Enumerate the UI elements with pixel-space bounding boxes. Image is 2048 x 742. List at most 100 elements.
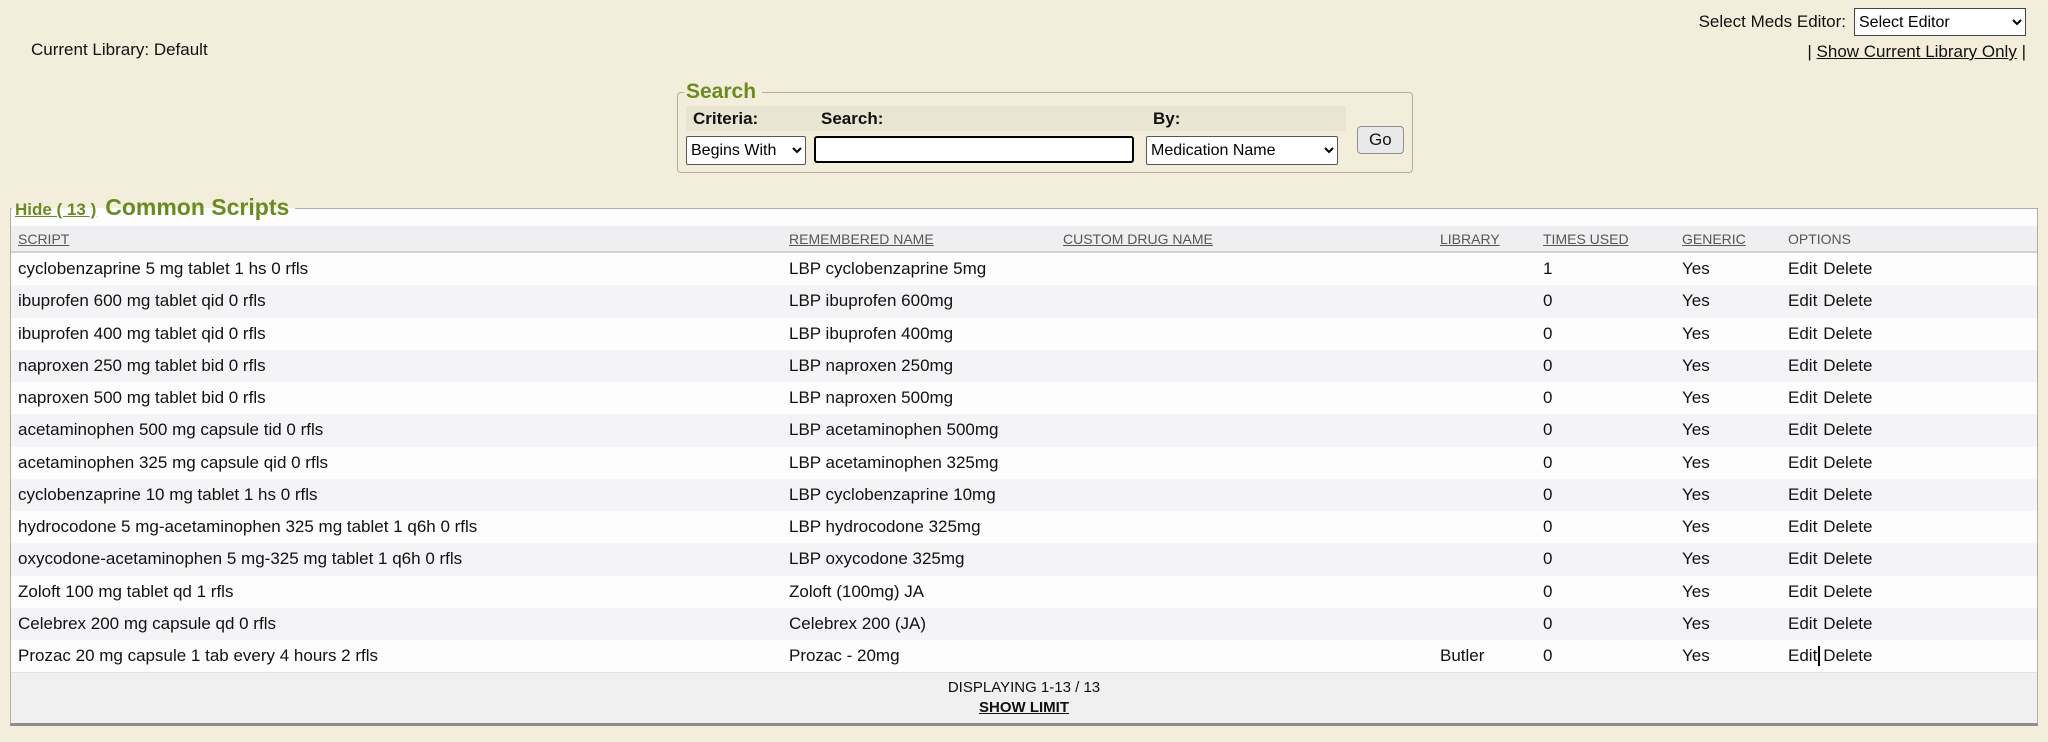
column-header-times-used[interactable]: TIMES USED — [1543, 231, 1629, 247]
edit-link[interactable]: Edit — [1788, 259, 1817, 279]
edit-link[interactable]: Edit — [1788, 614, 1817, 634]
generic-cell: Yes — [1682, 582, 1788, 602]
meds-editor-label: Select Meds Editor: — [1699, 12, 1846, 32]
times-used-cell: 0 — [1543, 485, 1682, 505]
delete-link[interactable]: Delete — [1823, 324, 1872, 344]
edit-link[interactable]: Edit — [1788, 291, 1817, 311]
times-used-cell: 0 — [1543, 324, 1682, 344]
table-row: hydrocodone 5 mg-acetaminophen 325 mg ta… — [11, 511, 2037, 543]
generic-cell: Yes — [1682, 356, 1788, 376]
edit-link[interactable]: Edit — [1788, 517, 1817, 537]
times-used-cell: 1 — [1543, 259, 1682, 279]
script-cell: naproxen 500 mg tablet bid 0 rfls — [18, 388, 789, 408]
delete-link[interactable]: Delete — [1823, 614, 1872, 634]
delete-link[interactable]: Delete — [1823, 259, 1872, 279]
column-header-script[interactable]: SCRIPT — [18, 231, 69, 247]
edit-link[interactable]: Edit — [1788, 646, 1817, 666]
table-row: acetaminophen 500 mg capsule tid 0 rfls … — [11, 414, 2037, 446]
script-cell: ibuprofen 400 mg tablet qid 0 rfls — [18, 324, 789, 344]
generic-cell: Yes — [1682, 517, 1788, 537]
options-cell: Edit Delete — [1788, 420, 2037, 440]
generic-cell: Yes — [1682, 324, 1788, 344]
script-cell: cyclobenzaprine 5 mg tablet 1 hs 0 rfls — [18, 259, 789, 279]
script-cell: acetaminophen 325 mg capsule qid 0 rfls — [18, 453, 789, 473]
script-cell: Celebrex 200 mg capsule qd 0 rfls — [18, 614, 789, 634]
delete-link[interactable]: Delete — [1823, 453, 1872, 473]
table-row: naproxen 500 mg tablet bid 0 rfls LBP na… — [11, 382, 2037, 414]
options-cell: Edit Delete — [1788, 259, 2037, 279]
common-scripts-fieldset: Hide ( 13 ) Common Scripts SCRIPT REMEMB… — [10, 194, 2038, 726]
delete-link[interactable]: Delete — [1823, 582, 1872, 602]
column-header-options: OPTIONS — [1788, 231, 1851, 247]
table-row: ibuprofen 400 mg tablet qid 0 rfls LBP i… — [11, 318, 2037, 350]
meds-editor-select[interactable]: Select Editor — [1854, 8, 2026, 36]
script-cell: Prozac 20 mg capsule 1 tab every 4 hours… — [18, 646, 789, 666]
remembered-name-cell: LBP naproxen 250mg — [789, 356, 1055, 376]
table-row: naproxen 250 mg tablet bid 0 rfls LBP na… — [11, 350, 2037, 382]
criteria-label: Criteria: — [686, 106, 814, 131]
table-header-row: SCRIPT REMEMBERED NAME CUSTOM DRUG NAME … — [11, 226, 2037, 253]
table-row: oxycodone-acetaminophen 5 mg-325 mg tabl… — [11, 543, 2037, 575]
search-legend: Search — [684, 80, 762, 104]
delete-link[interactable]: Delete — [1823, 356, 1872, 376]
table-row: cyclobenzaprine 10 mg tablet 1 hs 0 rfls… — [11, 479, 2037, 511]
options-cell: Edit Delete — [1788, 324, 2037, 344]
table-row: Prozac 20 mg capsule 1 tab every 4 hours… — [11, 640, 2037, 672]
generic-cell: Yes — [1682, 291, 1788, 311]
remembered-name-cell: LBP cyclobenzaprine 10mg — [789, 485, 1055, 505]
common-scripts-title: Common Scripts — [105, 194, 289, 221]
delete-link[interactable]: Delete — [1823, 420, 1872, 440]
column-header-remembered-name[interactable]: REMEMBERED NAME — [789, 231, 934, 247]
generic-cell: Yes — [1682, 388, 1788, 408]
table-footer: DISPLAYING 1-13 / 13 SHOW LIMIT — [11, 672, 2037, 723]
script-cell: naproxen 250 mg tablet bid 0 rfls — [18, 356, 789, 376]
column-header-custom-drug-name[interactable]: CUSTOM DRUG NAME — [1063, 231, 1213, 247]
generic-cell: Yes — [1682, 259, 1788, 279]
show-current-library-link[interactable]: Show Current Library Only — [1817, 42, 2017, 61]
delete-link[interactable]: Delete — [1823, 549, 1872, 569]
displaying-text: DISPLAYING 1-13 / 13 — [11, 679, 2037, 696]
delete-link[interactable]: Delete — [1823, 646, 1872, 666]
table-row: Celebrex 200 mg capsule qd 0 rfls Celebr… — [11, 608, 2037, 640]
edit-link[interactable]: Edit — [1788, 485, 1817, 505]
separator-right: | — [2022, 42, 2026, 61]
script-cell: acetaminophen 500 mg capsule tid 0 rfls — [18, 420, 789, 440]
times-used-cell: 0 — [1543, 517, 1682, 537]
remembered-name-cell: LBP ibuprofen 600mg — [789, 291, 1055, 311]
options-cell: Edit Delete — [1788, 517, 2037, 537]
search-fieldset: Search Criteria: Search: By: Begins With… — [677, 80, 1413, 173]
edit-link[interactable]: Edit — [1788, 420, 1817, 440]
remembered-name-cell: LBP hydrocodone 325mg — [789, 517, 1055, 537]
times-used-cell: 0 — [1543, 291, 1682, 311]
edit-link[interactable]: Edit — [1788, 549, 1817, 569]
delete-link[interactable]: Delete — [1823, 485, 1872, 505]
options-cell: Edit Delete — [1788, 388, 2037, 408]
by-select[interactable]: Medication Name — [1146, 136, 1338, 165]
times-used-cell: 0 — [1543, 453, 1682, 473]
script-cell: hydrocodone 5 mg-acetaminophen 325 mg ta… — [18, 517, 789, 537]
remembered-name-cell: Prozac - 20mg — [789, 646, 1055, 666]
generic-cell: Yes — [1682, 453, 1788, 473]
column-header-library[interactable]: LIBRARY — [1440, 231, 1500, 247]
edit-link[interactable]: Edit — [1788, 324, 1817, 344]
times-used-cell: 0 — [1543, 356, 1682, 376]
hide-link[interactable]: Hide ( 13 ) — [15, 196, 96, 223]
table-row: acetaminophen 325 mg capsule qid 0 rfls … — [11, 447, 2037, 479]
go-button[interactable]: Go — [1357, 126, 1404, 154]
show-limit-link[interactable]: SHOW LIMIT — [979, 699, 1069, 716]
edit-link[interactable]: Edit — [1788, 388, 1817, 408]
times-used-cell: 0 — [1543, 549, 1682, 569]
delete-link[interactable]: Delete — [1823, 517, 1872, 537]
options-cell: Edit Delete — [1788, 614, 2037, 634]
search-input[interactable] — [814, 136, 1134, 163]
delete-link[interactable]: Delete — [1823, 291, 1872, 311]
column-header-generic[interactable]: GENERIC — [1682, 231, 1746, 247]
options-cell: Edit Delete — [1788, 356, 2037, 376]
delete-link[interactable]: Delete — [1823, 388, 1872, 408]
criteria-select[interactable]: Begins With — [686, 136, 806, 165]
edit-link[interactable]: Edit — [1788, 356, 1817, 376]
times-used-cell: 0 — [1543, 388, 1682, 408]
remembered-name-cell: Celebrex 200 (JA) — [789, 614, 1055, 634]
edit-link[interactable]: Edit — [1788, 582, 1817, 602]
edit-link[interactable]: Edit — [1788, 453, 1817, 473]
